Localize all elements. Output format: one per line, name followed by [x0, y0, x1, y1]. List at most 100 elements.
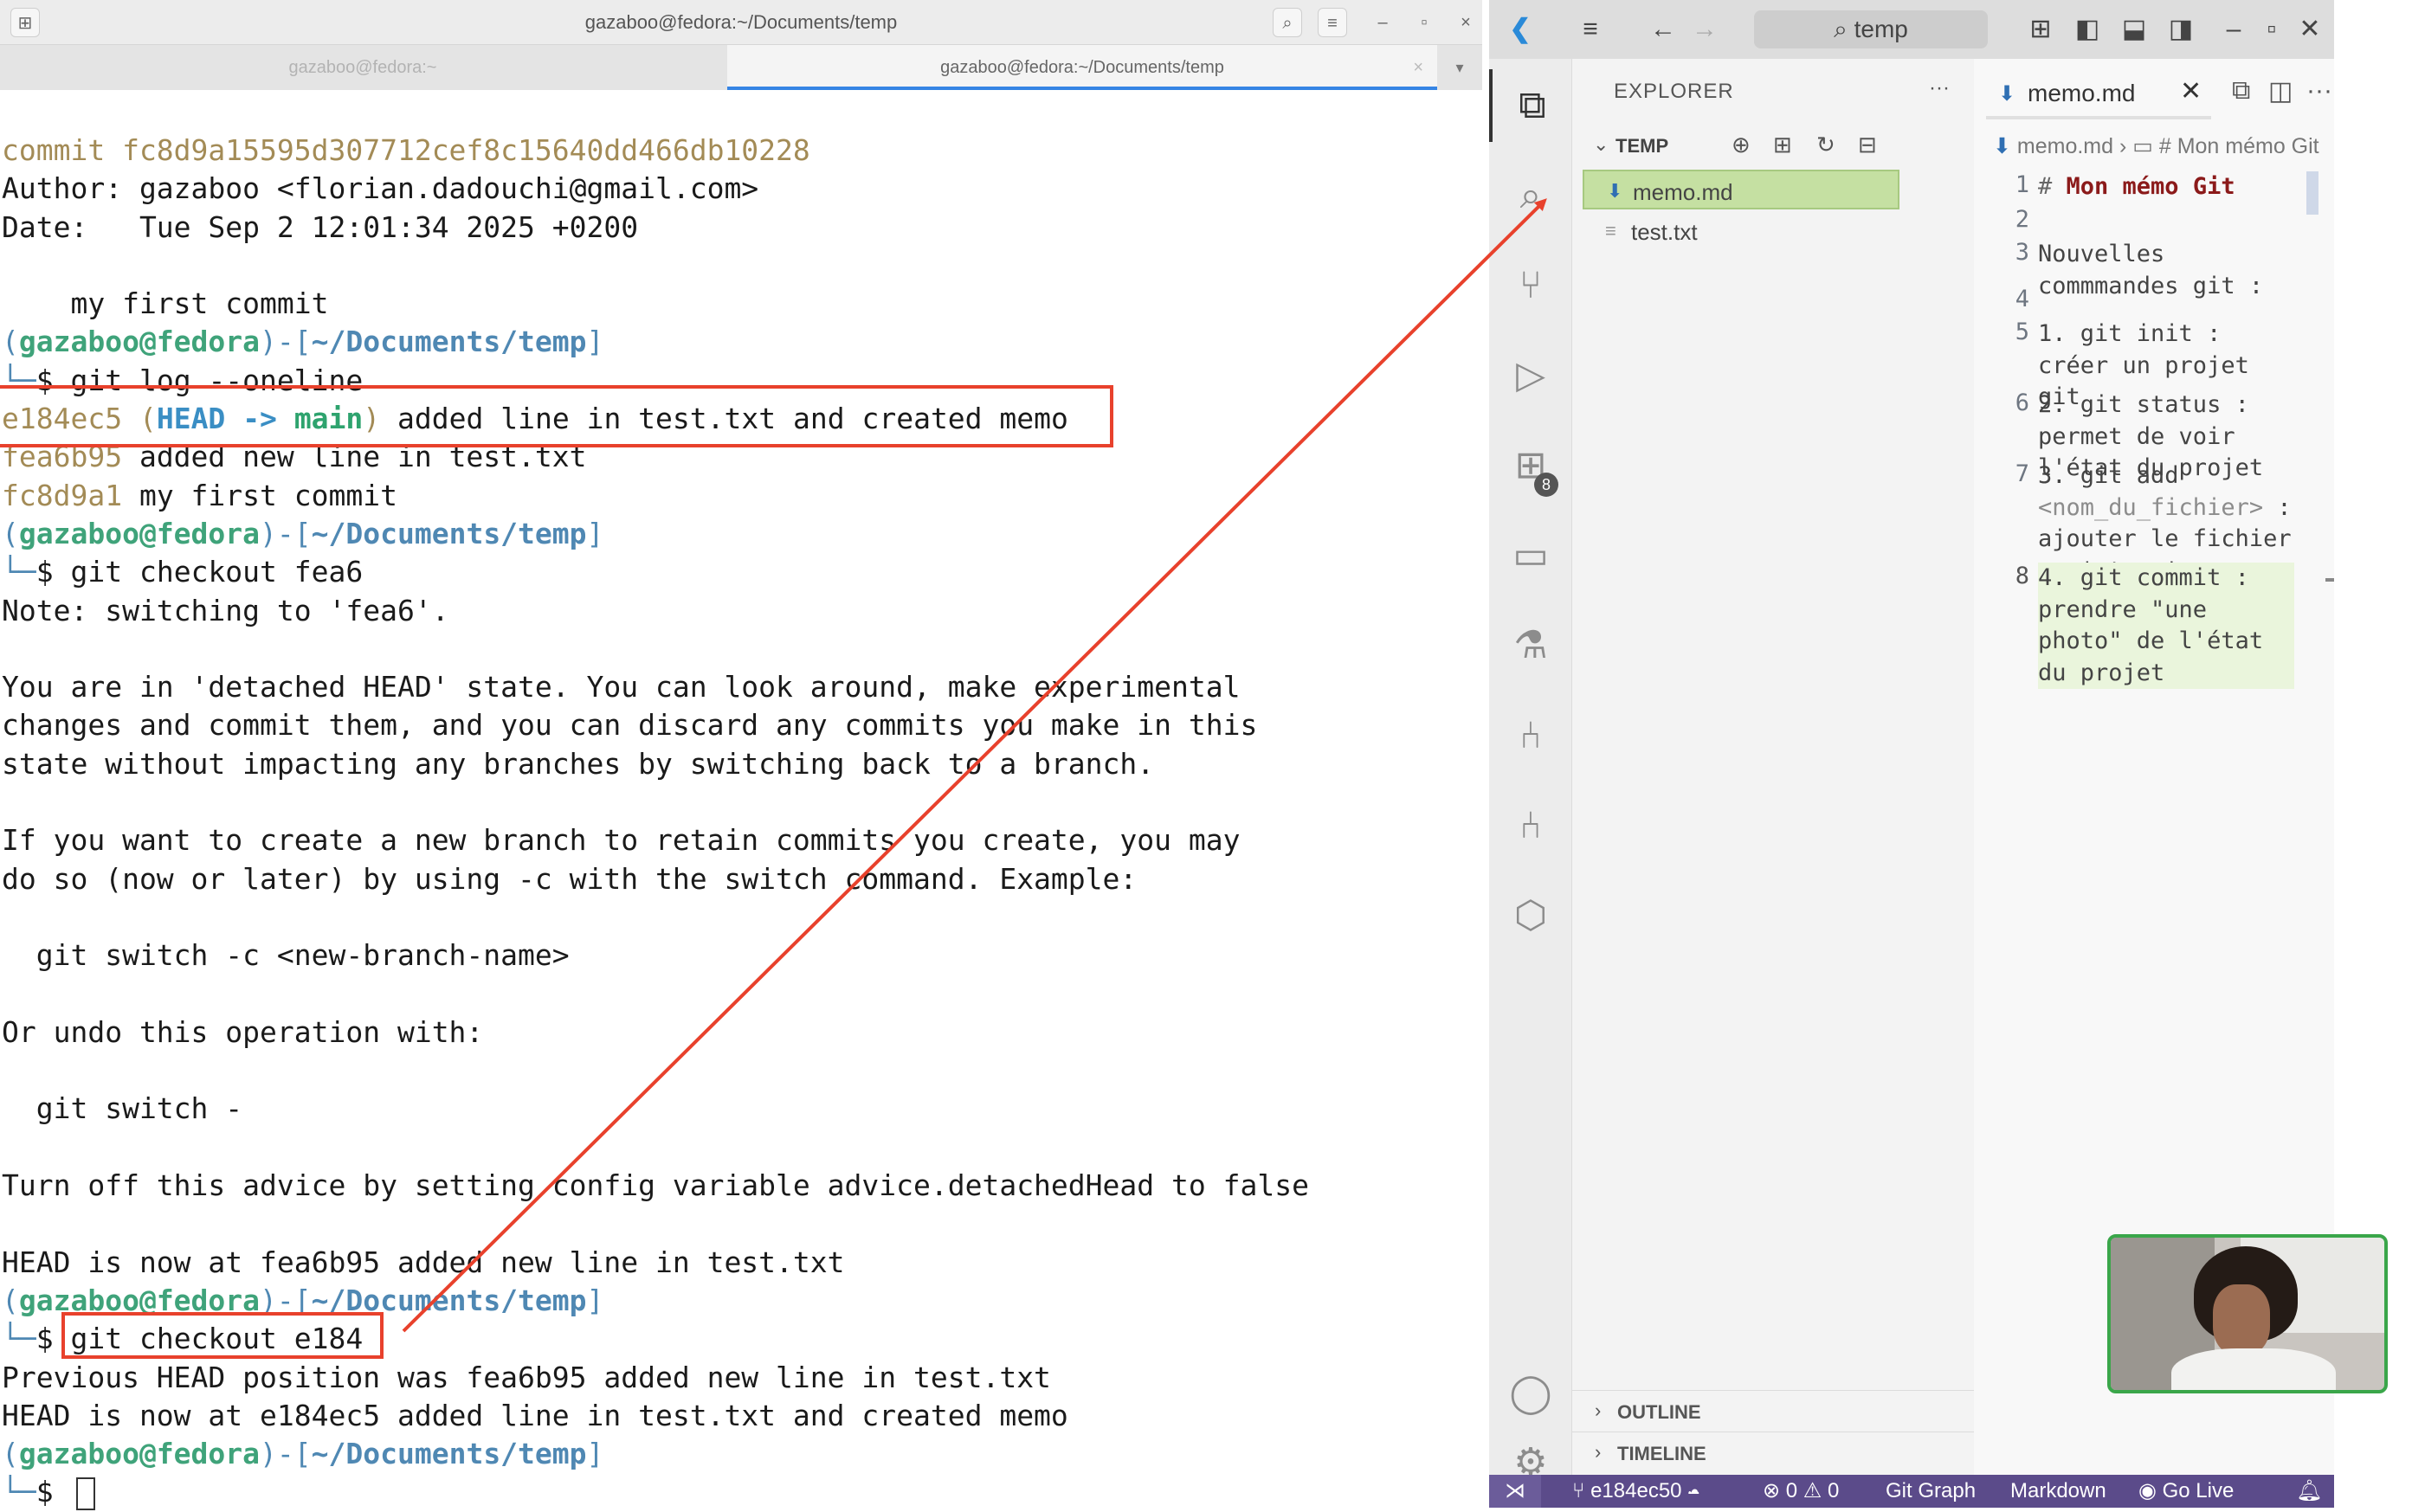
terminal-tabbar: gazaboo@fedora:~ gazaboo@fedora:~/Docume…: [0, 45, 1482, 90]
forward-arrow-icon[interactable]: →: [1685, 0, 1725, 59]
breadcrumb[interactable]: ⬇ memo.md › ▭ # Mon mémo Git: [1993, 133, 2334, 168]
log-arrow: [225, 402, 242, 435]
folder-label: TEMP: [1616, 135, 1669, 157]
prompt-user: gazaboo@fedora: [18, 1283, 261, 1317]
folder-header[interactable]: ⌄ TEMP ⊕ ⊞ ↻ ⊟: [1572, 130, 1974, 164]
file-item-memo[interactable]: ⬇ memo.md: [1583, 170, 1899, 209]
account-icon[interactable]: ◯: [1489, 1357, 1572, 1430]
prompt-bracket: (: [2, 1437, 19, 1471]
remote-indicator-icon[interactable]: ⋊: [1489, 1475, 1541, 1508]
hamburger-menu-icon[interactable]: ≡: [1569, 0, 1612, 59]
terminal-line: Previous HEAD position was fea6b95 added…: [2, 1359, 1474, 1397]
new-file-icon[interactable]: ⊕: [1732, 132, 1751, 158]
explorer-icon[interactable]: ⧉: [1489, 69, 1572, 142]
search-icon[interactable]: ⌕: [1489, 159, 1572, 232]
log-paren: (: [122, 402, 157, 436]
tab-close-icon[interactable]: ×: [1413, 45, 1423, 90]
terminal-line: Author: gazaboo <florian.dadouchi@gmail.…: [2, 170, 1474, 208]
code-line[interactable]: [2038, 286, 2294, 318]
status-language[interactable]: Markdown: [2010, 1475, 2106, 1508]
new-folder-icon[interactable]: ⊞: [1773, 132, 1792, 158]
status-git-graph[interactable]: Git Graph: [1886, 1475, 1976, 1508]
broadcast-icon: ◉: [2138, 1479, 2163, 1502]
code-line[interactable]: 4. git commit : prendre "une photo" de l…: [2038, 563, 2294, 690]
testing-icon[interactable]: ⚗: [1489, 609, 1572, 682]
terminal-line: git switch -c <new-branch-name>: [2, 936, 1474, 975]
more-actions-icon[interactable]: ···: [2306, 76, 2332, 106]
search-icon[interactable]: ⌕: [1273, 8, 1302, 37]
refresh-icon[interactable]: ↻: [1816, 132, 1835, 158]
terminal-line: You are in 'detached HEAD' state. You ca…: [2, 668, 1474, 706]
terminal-line: (gazaboo@fedora)-[~/Documents/temp]: [2, 323, 1474, 361]
terminal-output[interactable]: commit fc8d9a15595d307712cef8c15640dd466…: [2, 132, 1474, 1512]
code-text: 4. git commit : prendre "une photo" de l…: [2038, 564, 2278, 686]
chevron-down-icon: ⌄: [1593, 133, 1609, 155]
extensions-icon[interactable]: ⊞ 8: [1489, 429, 1572, 502]
split-editor-icon[interactable]: ◫: [2268, 76, 2293, 106]
terminal-line: └─$ git log --oneline: [2, 362, 1474, 400]
terminal-line: my first commit: [2, 285, 1474, 323]
toggle-panel-icon[interactable]: ⬓: [2114, 0, 2154, 59]
markdown-icon: ⬇: [1607, 180, 1623, 202]
output-text: Date: Tue Sep 2 12:01:34 2025 +0200: [2, 209, 639, 244]
terminal-line: (gazaboo@fedora)-[~/Documents/temp]: [2, 1282, 1474, 1320]
tab-close-icon[interactable]: ✕: [2180, 76, 2202, 106]
open-preview-icon[interactable]: ⧉: [2232, 76, 2250, 106]
code-placeholder: <nom_du_fichier>: [2038, 493, 2264, 521]
outline-section[interactable]: › OUTLINE: [1572, 1390, 1974, 1430]
tab-dropdown-icon[interactable]: ▾: [1442, 45, 1477, 90]
git-history-icon[interactable]: ⑃: [1489, 789, 1572, 862]
terminal-window: ⊞ gazaboo@fedora:~/Documents/temp ⌕ ≡ – …: [0, 0, 1482, 1510]
run-debug-icon[interactable]: ▷: [1489, 339, 1572, 412]
status-go-live[interactable]: ◉ Go Live: [2138, 1475, 2234, 1508]
back-arrow-icon[interactable]: ←: [1643, 0, 1683, 59]
prompt-bracket: ]: [586, 516, 604, 550]
code-text: Mon mémo Git: [2066, 173, 2235, 200]
containers-icon[interactable]: ⬡: [1489, 879, 1572, 952]
git-graph-icon[interactable]: ⑃: [1489, 699, 1572, 772]
minimize-icon[interactable]: –: [1368, 8, 1397, 37]
editor-tab-memo[interactable]: ⬇ memo.md ✕: [1986, 68, 2211, 119]
remote-explorer-icon[interactable]: ▭: [1489, 519, 1572, 592]
log-message: added new line in test.txt: [122, 440, 587, 474]
toggle-secondary-sidebar-icon[interactable]: ◨: [2161, 0, 2201, 59]
output-text: do so (now or later) by using -c with th…: [2, 861, 1138, 896]
breadcrumb-symbol[interactable]: # Mon mémo Git: [2159, 134, 2319, 158]
notifications-bell-icon[interactable]: 🔔︎: [2296, 1475, 2322, 1508]
minimize-icon[interactable]: –: [2216, 0, 2251, 59]
prompt-path: ~/Documents/temp: [311, 516, 587, 550]
close-icon[interactable]: ×: [1451, 8, 1480, 37]
prompt-corner: └─: [2, 1322, 36, 1356]
code-line[interactable]: # Mon mémo Git: [2038, 171, 2294, 206]
prompt-user: gazaboo@fedora: [18, 516, 261, 550]
file-item-test[interactable]: ≡ test.txt: [1572, 211, 1974, 251]
breadcrumb-file[interactable]: memo.md: [2017, 134, 2113, 158]
menu-icon[interactable]: ≡: [1318, 8, 1347, 37]
terminal-line: If you want to create a new branch to re…: [2, 821, 1474, 859]
toggle-sidebar-icon[interactable]: ◧: [2067, 0, 2107, 59]
tab-home[interactable]: gazaboo@fedora:~: [0, 45, 726, 90]
maximize-icon[interactable]: ▫: [2254, 0, 2289, 59]
timeline-section[interactable]: › TIMELINE: [1572, 1432, 1974, 1471]
customize-layout-icon[interactable]: ⊞: [2021, 0, 2061, 59]
minimap[interactable]: [2306, 171, 2318, 215]
source-control-icon[interactable]: ⑂: [1489, 249, 1572, 322]
text-file-icon: ≡: [1605, 220, 1616, 241]
command-center-search[interactable]: ⌕ temp: [1754, 10, 1988, 48]
terminal-line: fea6b95 added new line in test.txt: [2, 438, 1474, 476]
collapse-all-icon[interactable]: ⊟: [1858, 132, 1877, 158]
explorer-more-icon[interactable]: ···: [1929, 76, 1950, 100]
code-line[interactable]: [2038, 206, 2294, 239]
terminal-line: commit fc8d9a15595d307712cef8c15640dd466…: [2, 132, 1474, 170]
status-branch[interactable]: ⑂ e184ec50 ☁: [1572, 1475, 1700, 1508]
close-icon[interactable]: ✕: [2291, 0, 2329, 59]
status-problems[interactable]: ⊗ 0 ⚠ 0: [1763, 1475, 1839, 1508]
terminal-line: do so (now or later) by using -c with th…: [2, 860, 1474, 898]
webcam-overlay: [2107, 1234, 2388, 1393]
tab-temp[interactable]: gazaboo@fedora:~/Documents/temp ×: [727, 45, 1437, 90]
prompt-dollar: $: [35, 555, 71, 589]
maximize-icon[interactable]: ▫: [1409, 8, 1439, 37]
scrollbar-marker: [2325, 578, 2334, 582]
